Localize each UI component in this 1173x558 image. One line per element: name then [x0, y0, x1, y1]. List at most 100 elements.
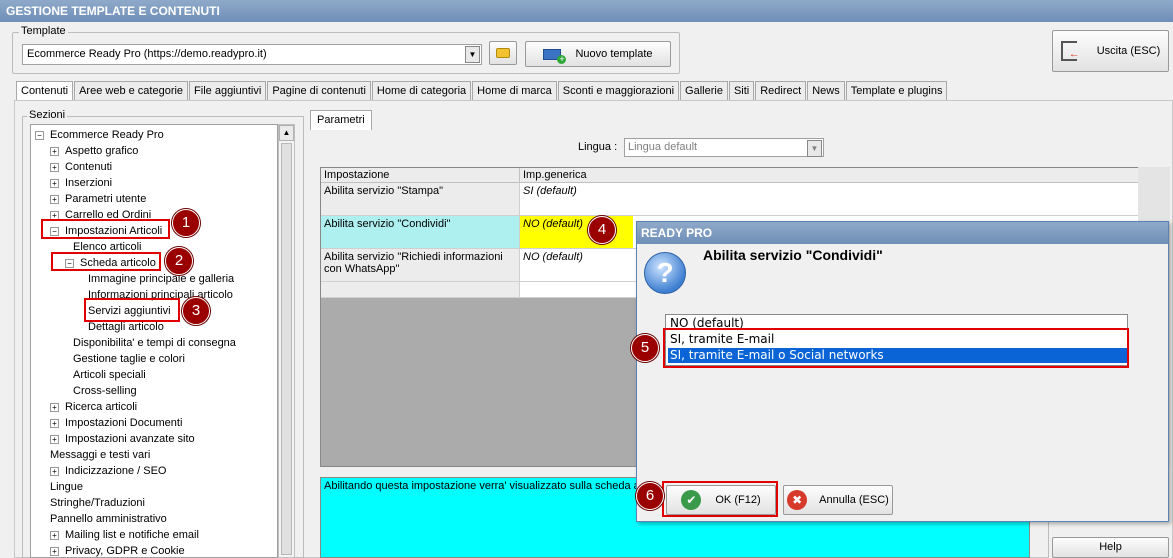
tree-item[interactable]: Stringhe/Traduzioni — [50, 495, 145, 511]
annotation-box-2 — [51, 252, 161, 271]
new-template-icon: + — [543, 48, 567, 64]
question-icon: ? — [644, 252, 686, 294]
annotation-box-6 — [662, 481, 778, 517]
tab-1[interactable]: Aree web e categorie — [74, 81, 189, 101]
expand-icon[interactable]: + — [50, 530, 59, 540]
dialog-heading: Abilita servizio "Condividi" — [703, 247, 883, 263]
tab-0[interactable]: Contenuti — [16, 81, 74, 102]
tree-scrollbar[interactable]: ▲ — [278, 124, 295, 558]
tree-item-label: Ecommerce Ready Pro — [50, 129, 164, 141]
tree-item-label: Gestione taglie e colori — [73, 353, 185, 365]
annotation-badge-1: 1 — [172, 209, 200, 237]
grid-setting-cell[interactable]: Abilita servizio "Richiedi informazioni … — [321, 249, 520, 282]
choice-dialog: READY PRO ? Abilita servizio "Condividi"… — [636, 221, 1169, 522]
grid-empty-row — [321, 282, 520, 298]
tree-item[interactable]: Articoli speciali — [65, 367, 146, 383]
scroll-up-icon[interactable]: ▲ — [279, 125, 294, 141]
lingua-value: Lingua default — [628, 141, 698, 153]
tree-item-label: Lingue — [50, 481, 84, 493]
lingua-select[interactable]: Lingua default ▼ — [624, 138, 824, 157]
grid-setting-cell[interactable]: Abilita servizio "Condividi" — [321, 216, 520, 249]
grid-setting-cell[interactable]: Abilita servizio "Stampa" — [321, 183, 520, 216]
tree-item-label: Impostazioni Documenti — [65, 417, 183, 429]
tree-item-label: Privacy, GDPR e Cookie — [65, 545, 185, 557]
exit-label: Uscita (ESC) — [1096, 45, 1161, 57]
tree-item[interactable]: Immagine principale e galleria — [80, 271, 234, 287]
tab-9[interactable]: Redirect — [755, 81, 807, 101]
tab-4[interactable]: Home di categoria — [371, 81, 472, 101]
expand-icon[interactable]: + — [50, 434, 59, 444]
tab-parametri[interactable]: Parametri — [310, 110, 372, 130]
tab-8[interactable]: Siti — [728, 81, 755, 101]
expand-icon[interactable]: + — [50, 146, 59, 156]
tree-item-label: Contenuti — [65, 161, 113, 173]
new-template-button[interactable]: + Nuovo template — [525, 41, 671, 67]
sections-tree[interactable]: − Ecommerce Ready Pro + Aspetto grafico + Con… — [30, 124, 278, 558]
expand-icon[interactable]: + — [50, 194, 59, 204]
annotation-badge-2: 2 — [165, 247, 193, 275]
collapse-icon[interactable]: − — [35, 130, 44, 140]
tab-3[interactable]: Pagine di contenuti — [267, 81, 371, 101]
tree-item-label: Cross-selling — [73, 385, 137, 397]
folder-button[interactable] — [489, 41, 517, 65]
template-select-value: Ecommerce Ready Pro (https://demo.readyp… — [27, 48, 267, 60]
tree-item[interactable]: + Aspetto grafico — [50, 143, 138, 159]
tree-item[interactable]: + Parametri utente — [50, 191, 146, 207]
exit-icon: ← — [1060, 41, 1080, 61]
tree-item-label: Parametri utente — [65, 193, 147, 205]
tree-item-label: Impostazioni avanzate sito — [65, 433, 195, 445]
tab-11[interactable]: Template e plugins — [845, 81, 948, 101]
expand-icon[interactable]: + — [50, 178, 59, 188]
annotation-box-5 — [663, 328, 1129, 368]
tree-item-label: Inserzioni — [65, 177, 113, 189]
exit-button[interactable]: ← Uscita (ESC) — [1052, 30, 1169, 72]
tree-item[interactable]: + Privacy, GDPR e Cookie — [50, 543, 185, 557]
grid-value-cell[interactable]: SI (default) — [520, 183, 1139, 216]
tree-item[interactable]: Messaggi e testi vari — [50, 447, 150, 463]
tree-item-label: Mailing list e notifiche email — [65, 529, 199, 541]
template-select[interactable]: Ecommerce Ready Pro (https://demo.readyp… — [22, 44, 482, 65]
chevron-down-icon[interactable]: ▼ — [807, 140, 822, 157]
tree-item[interactable]: + Indicizzazione / SEO — [50, 463, 167, 479]
tree-item[interactable]: Disponibilita' e tempi di consegna — [65, 335, 236, 351]
annotation-badge-3: 3 — [182, 297, 210, 325]
annotation-badge-6: 6 — [636, 482, 664, 510]
tab-6[interactable]: Sconti e maggiorazioni — [557, 81, 680, 101]
scroll-thumb[interactable] — [281, 143, 292, 555]
tree-item-label: Indicizzazione / SEO — [65, 465, 167, 477]
expand-icon[interactable]: + — [50, 418, 59, 428]
annotation-badge-5: 5 — [631, 334, 659, 362]
tree-item[interactable]: + Ricerca articoli — [50, 399, 137, 415]
tab-10[interactable]: News — [807, 81, 845, 101]
tree-item[interactable]: Pannello amministrativo — [50, 511, 167, 527]
tree-item[interactable]: Lingue — [50, 479, 83, 495]
tree-item[interactable]: + Impostazioni avanzate sito — [50, 431, 195, 447]
expand-icon[interactable]: + — [50, 162, 59, 172]
annotation-badge-4: 4 — [588, 216, 616, 244]
tab-2[interactable]: File aggiuntivi — [189, 81, 267, 101]
tree-item-label: Immagine principale e galleria — [88, 273, 235, 285]
tree-item[interactable]: Cross-selling — [65, 383, 137, 399]
cancel-button[interactable]: ✖ Annulla (ESC) — [783, 485, 893, 515]
template-legend: Template — [19, 25, 68, 37]
tree-item[interactable]: − Ecommerce Ready Pro — [35, 127, 164, 143]
tree-item[interactable]: + Impostazioni Documenti — [50, 415, 182, 431]
grid-header: Imp.generica — [520, 168, 1139, 183]
annotation-box-3 — [84, 298, 180, 322]
tab-7[interactable]: Gallerie — [680, 81, 728, 101]
tree-item[interactable]: Gestione taglie e colori — [65, 351, 185, 367]
window-title: GESTIONE TEMPLATE E CONTENUTI — [0, 0, 1173, 22]
expand-icon[interactable]: + — [50, 402, 59, 412]
tree-item[interactable]: + Mailing list e notifiche email — [50, 527, 199, 543]
chevron-down-icon[interactable]: ▼ — [465, 46, 480, 63]
tree-item[interactable]: + Contenuti — [50, 159, 112, 175]
help-button[interactable]: Help — [1052, 537, 1169, 558]
tree-item[interactable]: + Inserzioni — [50, 175, 112, 191]
sections-legend: Sezioni — [27, 109, 68, 121]
expand-icon[interactable]: + — [50, 546, 59, 556]
main-tabs: Contenuti Aree web e categorie File aggiun… — [16, 81, 956, 102]
expand-icon[interactable]: + — [50, 466, 59, 476]
tree-item-label: Disponibilita' e tempi di consegna — [73, 337, 236, 349]
tree-item-label: Ricerca articoli — [65, 401, 138, 413]
tab-5[interactable]: Home di marca — [472, 81, 557, 101]
